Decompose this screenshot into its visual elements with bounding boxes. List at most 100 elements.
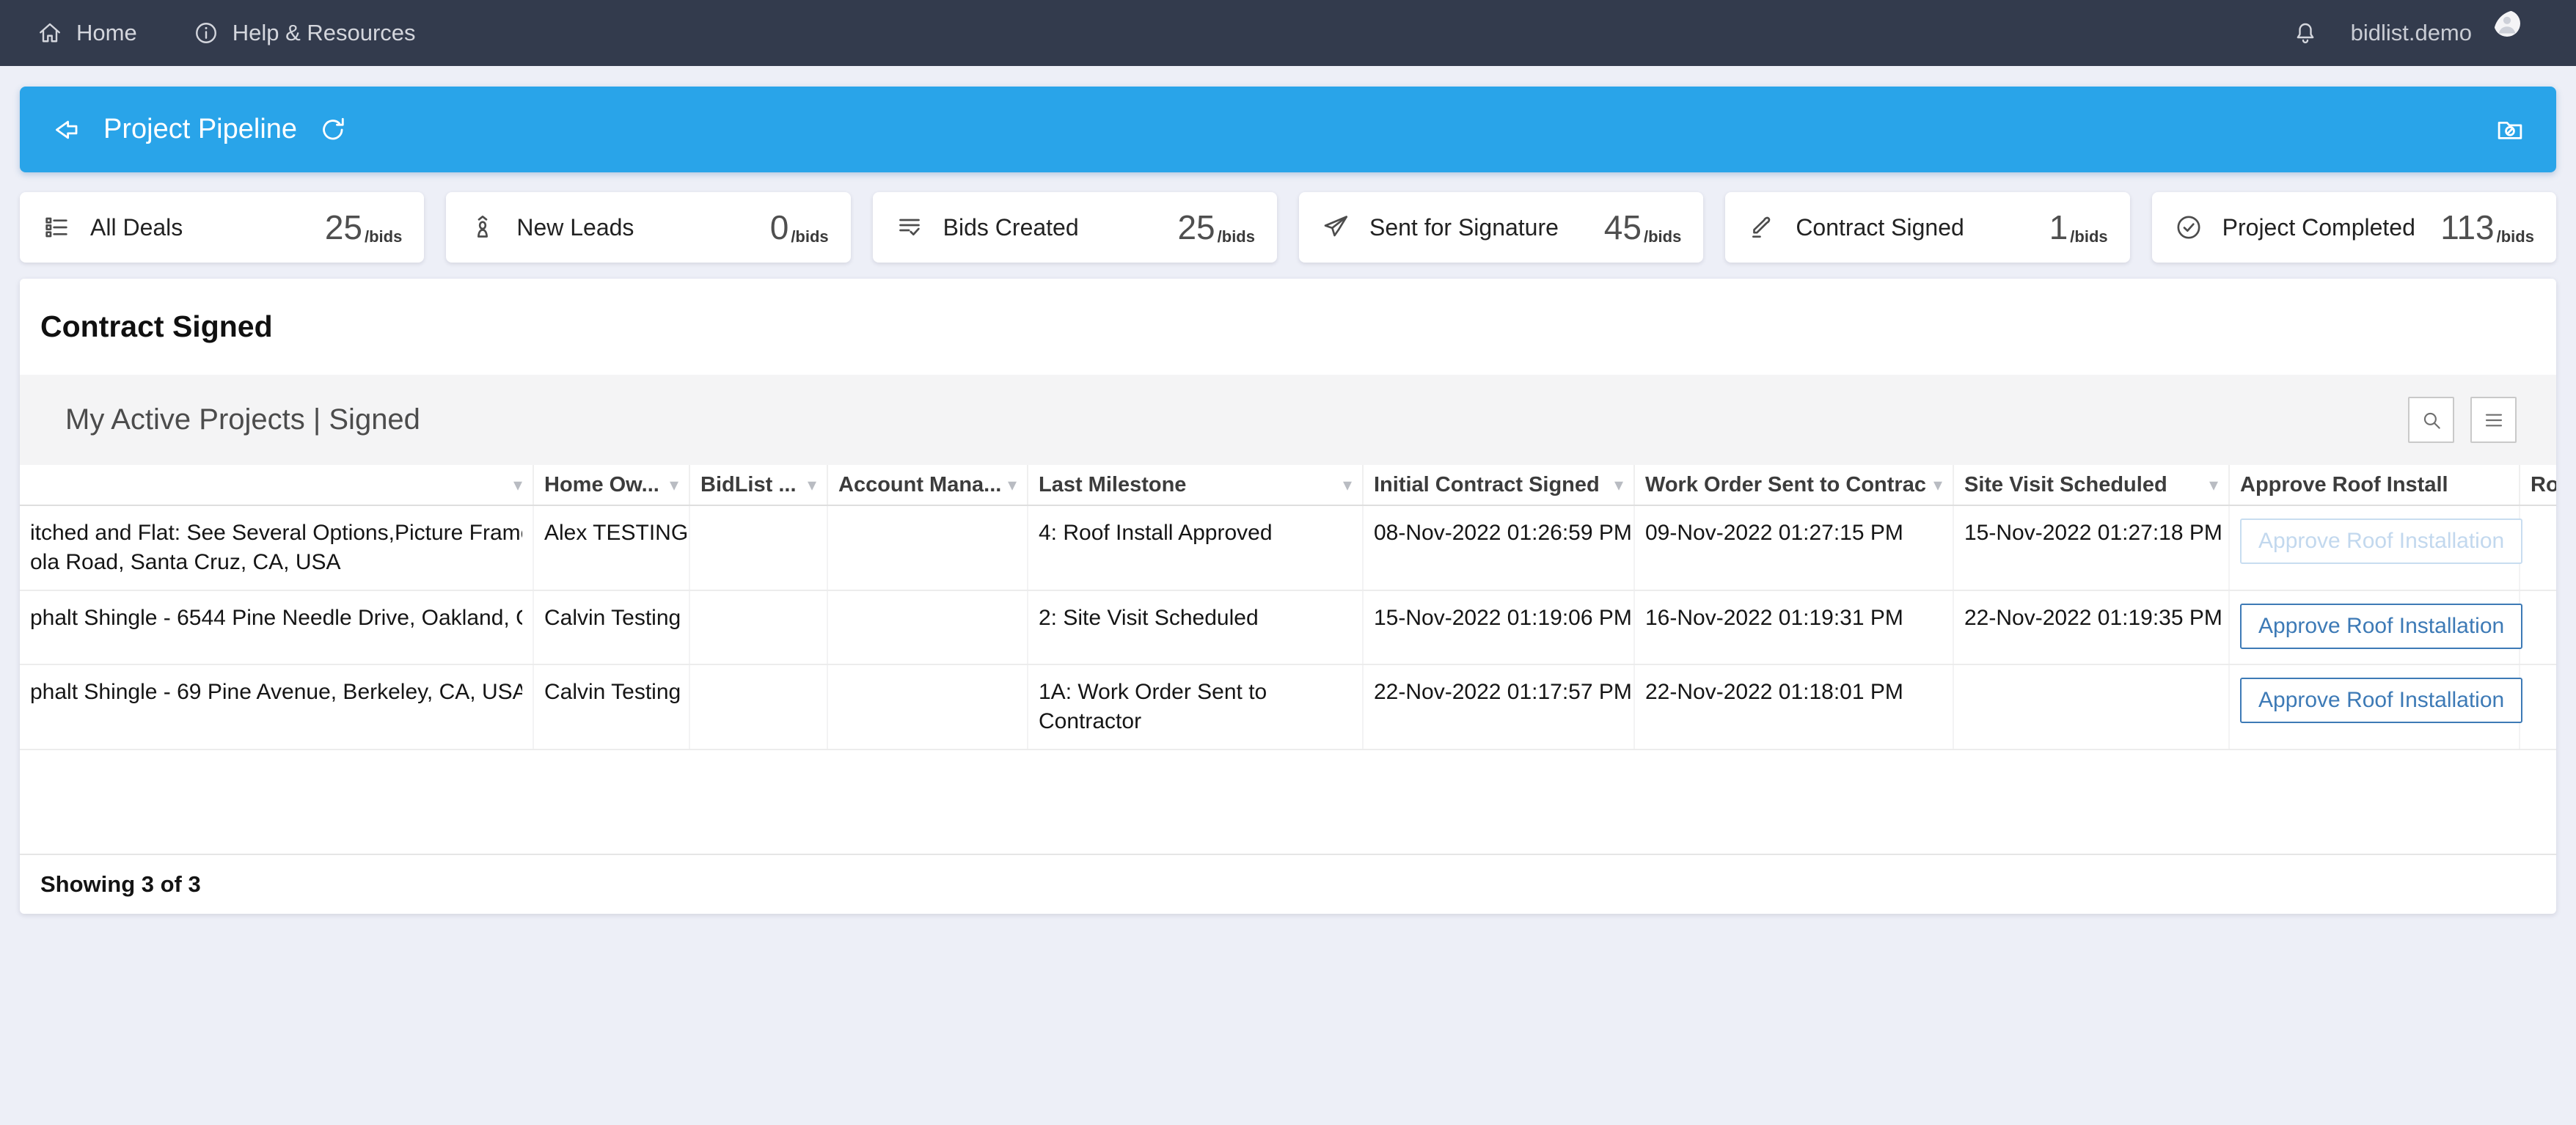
table-cell-extra — [2520, 506, 2556, 590]
table-cell-last-milestone: 4: Roof Install Approved — [1028, 506, 1364, 590]
column-header-label: Account Mana... — [838, 473, 1001, 497]
table-cell-bidlist — [690, 506, 828, 590]
sort-arrow-icon[interactable]: ▾ — [1609, 474, 1628, 496]
pen-sign-icon — [1747, 213, 1777, 242]
widget-title: My Active Projects | Signed — [65, 403, 420, 436]
column-header-bidlist[interactable]: BidList ...▾ — [690, 465, 828, 505]
column-header-label: Work Order Sent to Contrac... — [1645, 473, 1928, 497]
sort-arrow-icon[interactable]: ▾ — [802, 474, 821, 496]
stat-card-value: 0 — [770, 210, 789, 244]
stat-card-new-leads[interactable]: New Leads0/bids — [446, 192, 850, 263]
table-cell-initial-contract-signed: 08-Nov-2022 01:26:59 PM — [1364, 506, 1635, 590]
column-header-project[interactable]: ▾ — [20, 465, 534, 505]
stat-card-all-deals[interactable]: All Deals 25/bids — [20, 192, 424, 263]
column-header-label: Approve Roof Install — [2240, 473, 2448, 497]
column-header-label: BidList ... — [700, 473, 797, 497]
table-cell-bidlist — [690, 665, 828, 749]
menu-button[interactable] — [2470, 397, 2517, 443]
stat-card-unit: /bids — [1218, 227, 1255, 246]
table-cell-account-manager — [828, 506, 1028, 590]
table-cell-home-owner: Alex TESTING — [534, 506, 690, 590]
column-header-last-milestone[interactable]: Last Milestone ▾ — [1028, 465, 1364, 505]
stat-card-unit: /bids — [1644, 227, 1681, 246]
table-cell-approve: Approve Roof Installation — [2230, 591, 2520, 664]
table-row[interactable]: phalt Shingle - 6544 Pine Needle Drive, … — [20, 591, 2556, 665]
table-cell-account-manager — [828, 665, 1028, 749]
approve-roof-installation-button[interactable]: Approve Roof Installation — [2240, 604, 2522, 649]
top-navbar: Home Help & Resources bidlist.demo — [0, 0, 2576, 66]
new-lead-icon — [468, 213, 497, 242]
table-footer: Showing 3 of 3 — [20, 854, 2556, 914]
sort-arrow-icon[interactable]: ▾ — [508, 474, 527, 496]
table-row[interactable]: itched and Flat: See Several Options,Pic… — [20, 506, 2556, 591]
row-count-summary: Showing 3 of 3 — [40, 871, 201, 898]
column-header-label: Home Ow... — [544, 473, 659, 497]
stat-card-value-wrap: 113/bids — [2440, 210, 2534, 244]
stat-card-unit: /bids — [365, 227, 402, 246]
project-name-line: ola Road, Santa Cruz, CA, USA — [30, 548, 522, 577]
table-cell-work-order-sent: 22-Nov-2022 01:18:01 PM — [1635, 665, 1954, 749]
table-empty-area — [20, 750, 2556, 854]
column-header-home-ow[interactable]: Home Ow...▾ — [534, 465, 690, 505]
menu-icon — [2482, 408, 2506, 432]
sort-arrow-icon[interactable]: ▾ — [664, 474, 683, 496]
table-cell-last-milestone: 2: Site Visit Scheduled — [1028, 591, 1364, 664]
table-cell-extra — [2520, 591, 2556, 664]
stat-card-label: All Deals — [90, 214, 183, 241]
sort-arrow-icon[interactable]: ▾ — [2203, 474, 2222, 496]
column-header-account-mana[interactable]: Account Mana...▾ — [828, 465, 1028, 505]
column-header-site-visit-scheduled[interactable]: Site Visit Scheduled ▾ — [1954, 465, 2230, 505]
stat-card-label: Contract Signed — [1796, 214, 1964, 241]
info-icon — [193, 20, 219, 46]
table-cell-approve: Approve Roof Installation — [2230, 665, 2520, 749]
table-cell-work-order-sent: 09-Nov-2022 01:27:15 PM — [1635, 506, 1954, 590]
column-header-work-order-sent-to-contrac[interactable]: Work Order Sent to Contrac...▾ — [1635, 465, 1954, 505]
stat-card-value-wrap: 45/bids — [1604, 210, 1682, 244]
sort-arrow-icon[interactable]: ▾ — [1002, 474, 1021, 496]
stat-card-value: 25 — [325, 210, 362, 244]
stat-card-project-completed[interactable]: Project Completed 113/bids — [2152, 192, 2556, 263]
stat-card-unit: /bids — [791, 227, 828, 246]
stat-card-unit: /bids — [2497, 227, 2534, 246]
table-cell-home-owner: Calvin Testing — [534, 591, 690, 664]
table-cell-work-order-sent: 16-Nov-2022 01:19:31 PM — [1635, 591, 1954, 664]
sort-arrow-icon[interactable]: ▾ — [1337, 474, 1356, 496]
folder-block-icon[interactable] — [2495, 114, 2525, 145]
back-arrow-icon[interactable] — [51, 114, 81, 145]
nav-home[interactable]: Home — [37, 20, 137, 46]
table-cell-project: phalt Shingle - 69 Pine Avenue, Berkeley… — [20, 665, 534, 749]
column-header-label: Site Visit Scheduled — [1964, 473, 2167, 497]
avatar[interactable] — [2494, 10, 2539, 56]
nav-help-resources[interactable]: Help & Resources — [193, 20, 416, 46]
search-button[interactable] — [2408, 397, 2454, 443]
column-header-label: Roof — [2531, 473, 2556, 497]
column-header-initial-contract-signed[interactable]: Initial Contract Signed▾ — [1364, 465, 1635, 505]
table-cell-extra — [2520, 665, 2556, 749]
stat-card-label: Project Completed — [2222, 214, 2415, 241]
approve-roof-installation-button[interactable]: Approve Roof Installation — [2240, 678, 2522, 723]
project-name-line: phalt Shingle - 6544 Pine Needle Drive, … — [30, 604, 522, 633]
nav-help-label: Help & Resources — [233, 20, 416, 46]
account-name[interactable]: bidlist.demo — [2351, 20, 2472, 46]
table-cell-initial-contract-signed: 22-Nov-2022 01:17:57 PM — [1364, 665, 1635, 749]
stat-card-contract-signed[interactable]: Contract Signed1/bids — [1725, 192, 2129, 263]
table-header-row: ▾Home Ow...▾BidList ...▾Account Mana...▾… — [20, 465, 2556, 506]
contract-signed-section: Contract Signed My Active Projects | Sig… — [20, 279, 2556, 914]
stat-card-sent-for-signature[interactable]: Sent for Signature45/bids — [1299, 192, 1703, 263]
table-row[interactable]: phalt Shingle - 69 Pine Avenue, Berkeley… — [20, 665, 2556, 750]
stat-card-value: 113 — [2440, 210, 2494, 244]
project-name-line: itched and Flat: See Several Options,Pic… — [30, 518, 522, 548]
widget-header: My Active Projects | Signed — [20, 375, 2556, 465]
home-icon — [37, 20, 63, 46]
bids-created-icon — [895, 213, 924, 242]
column-header-label: Last Milestone — [1039, 473, 1186, 497]
table-cell-account-manager — [828, 591, 1028, 664]
table-cell-project: itched and Flat: See Several Options,Pic… — [20, 506, 534, 590]
refresh-icon[interactable] — [318, 114, 348, 145]
notifications-bell-icon[interactable] — [2292, 20, 2319, 46]
sort-arrow-icon[interactable]: ▾ — [1928, 474, 1947, 496]
stat-card-unit: /bids — [2070, 227, 2107, 246]
approve-roof-installation-button[interactable]: Approve Roof Installation — [2240, 518, 2522, 564]
table-cell-site-visit-scheduled: 15-Nov-2022 01:27:18 PM — [1954, 506, 2230, 590]
stat-card-bids-created[interactable]: Bids Created25/bids — [873, 192, 1277, 263]
